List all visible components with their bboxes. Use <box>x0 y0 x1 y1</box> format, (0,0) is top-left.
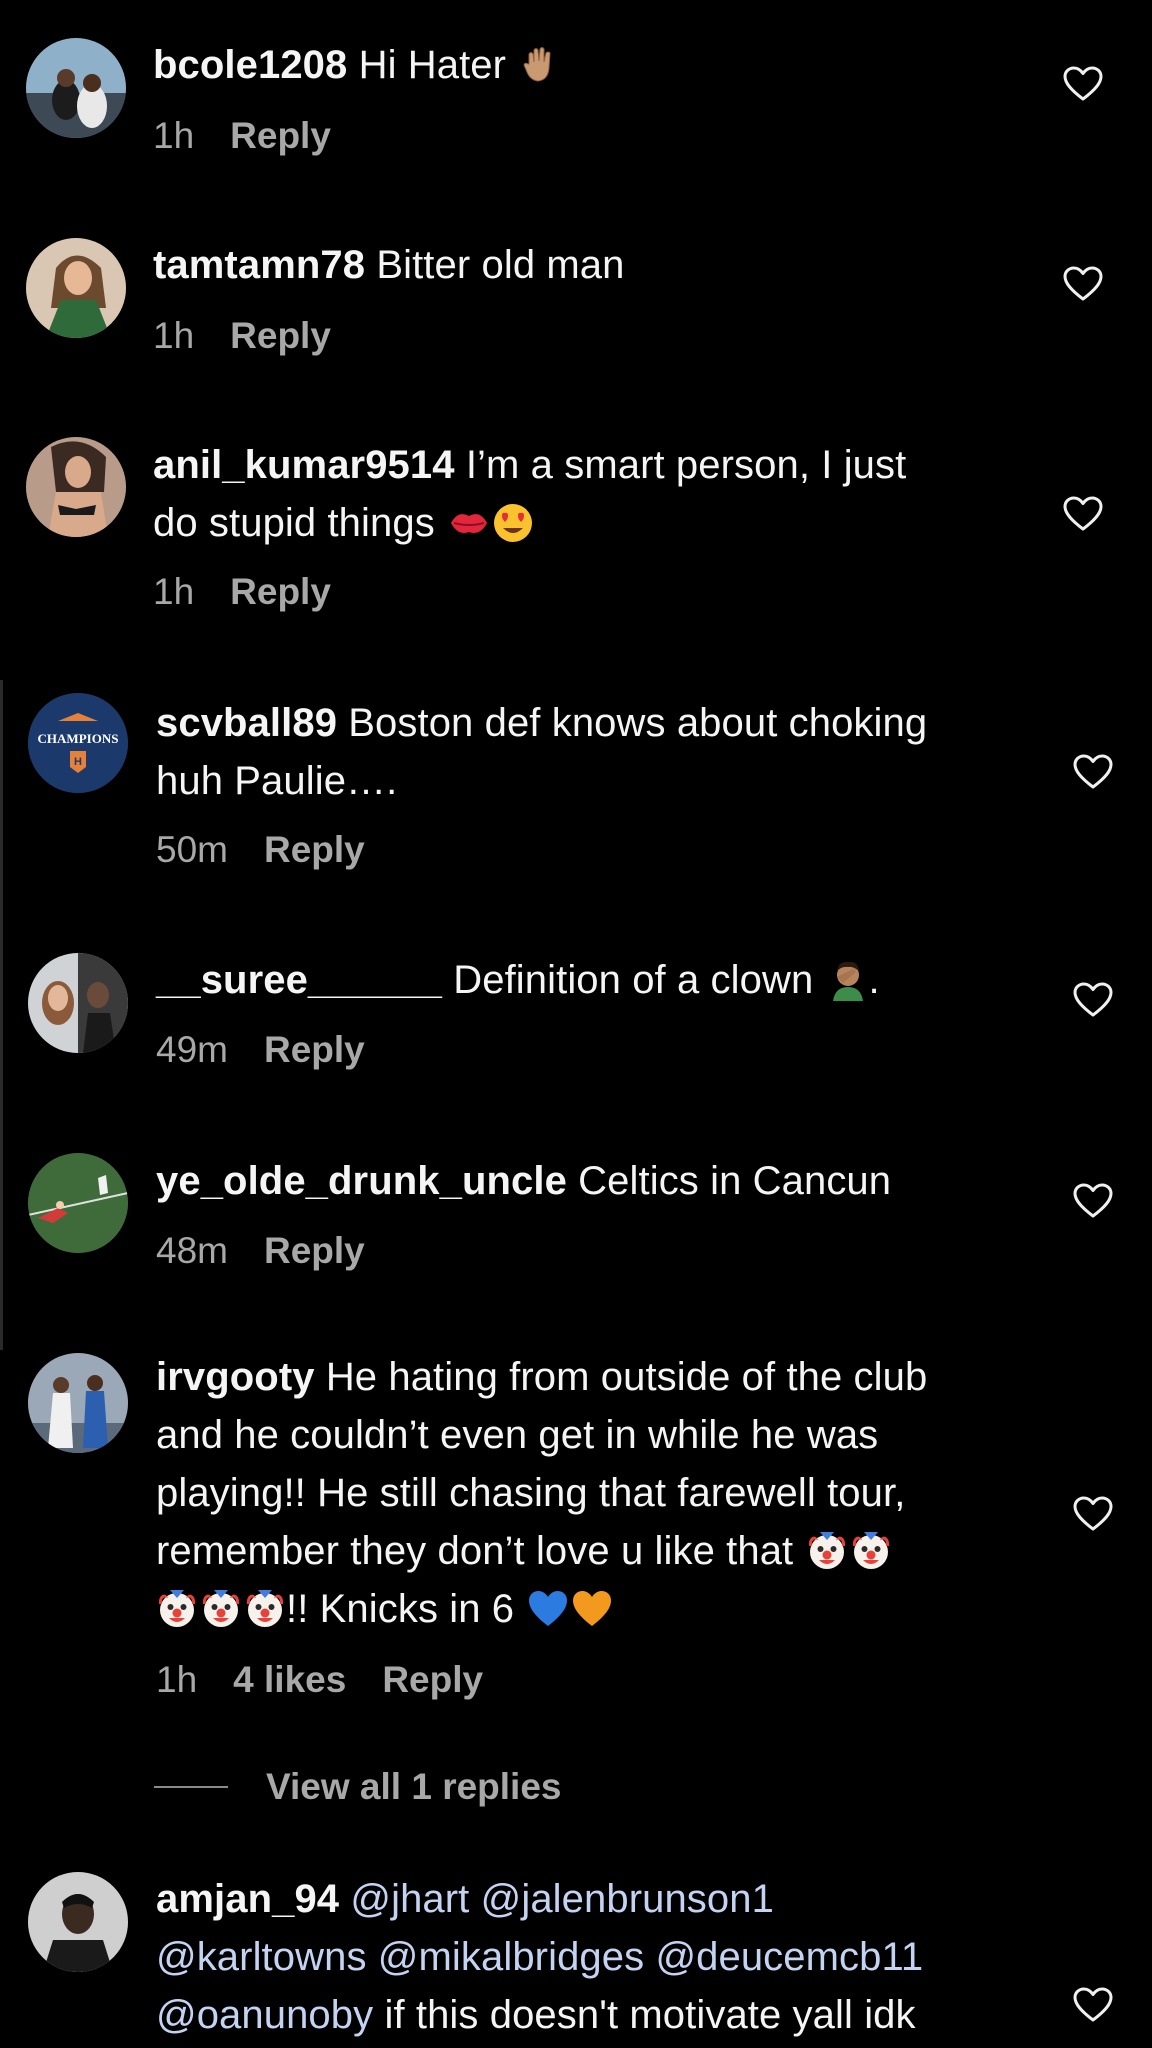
avatar[interactable] <box>26 437 126 537</box>
avatar[interactable] <box>26 38 126 138</box>
comment-username[interactable]: anil_kumar9514 <box>153 443 455 487</box>
view-replies-button[interactable]: View all 1 replies <box>154 1765 562 1809</box>
comment-time: 1h <box>153 115 195 156</box>
comment-username[interactable]: __suree______ <box>156 958 442 1002</box>
comment-text: Celtics in Cancun <box>578 1159 892 1203</box>
reply-button[interactable]: Reply <box>230 571 331 612</box>
comment-text: He hating from outside of the club <box>325 1355 928 1399</box>
avatar[interactable] <box>26 238 126 338</box>
comment-username[interactable]: ye_olde_drunk_uncle <box>156 1159 567 1203</box>
comment-text: I’m a smart person, I just <box>465 443 907 487</box>
facepalm-emoji <box>827 959 869 1001</box>
reply-button[interactable]: Reply <box>264 1230 365 1271</box>
view-replies-label: View all 1 replies <box>266 1766 562 1807</box>
heart-icon[interactable] <box>1063 266 1103 302</box>
comment-text: Definition of a clown <box>453 958 814 1002</box>
mention-link[interactable]: @jhart <box>350 1877 469 1921</box>
reply-button[interactable]: Reply <box>264 829 365 870</box>
comment-text-line2: and he couldn’t even get in while he was <box>156 1413 879 1457</box>
comment-time: 48m <box>156 1230 228 1271</box>
comment-text-line4: remember they don’t love u like that <box>156 1529 794 1573</box>
comment-text-continued: huh Paulie…. <box>156 759 398 803</box>
comment-username[interactable]: scvball89 <box>156 701 337 745</box>
heart-eyes-emoji <box>492 502 534 544</box>
svg-text:H: H <box>74 756 82 768</box>
thread-divider <box>0 680 3 1350</box>
mention-link[interactable]: @mikalbridges <box>378 1935 644 1979</box>
comment-text-line5: !! Knicks in 6 <box>286 1587 515 1631</box>
reply-button[interactable]: Reply <box>382 1659 483 1700</box>
avatar[interactable] <box>28 1872 128 1972</box>
orange-heart-emoji <box>571 1588 613 1630</box>
comment-text: Bitter old man <box>376 243 625 287</box>
clown-face-emoji <box>156 1588 198 1630</box>
clown-face-emoji <box>200 1588 242 1630</box>
comment-text-line3: playing!! He still chasing that farewell… <box>156 1471 906 1515</box>
heart-icon[interactable] <box>1073 1987 1113 2023</box>
heart-icon[interactable] <box>1063 496 1103 532</box>
blue-heart-emoji <box>527 1588 569 1630</box>
comment-username[interactable]: amjan_94 <box>156 1877 339 1921</box>
avatar[interactable]: CHAMPIONS H <box>28 693 128 793</box>
comment-time: 50m <box>156 829 228 870</box>
reply-button[interactable]: Reply <box>230 115 331 156</box>
mention-link[interactable]: @deucemcb11 <box>655 1935 923 1979</box>
reply-button[interactable]: Reply <box>264 1029 365 1070</box>
comment-time: 1h <box>156 1659 198 1700</box>
comment-username[interactable]: tamtamn78 <box>153 243 365 287</box>
replies-divider-line <box>154 1786 228 1788</box>
comment-username[interactable]: bcole1208 <box>153 43 347 87</box>
comment-text-continued: do stupid things <box>153 501 435 545</box>
heart-icon[interactable] <box>1073 1183 1113 1219</box>
clown-face-emoji <box>806 1530 848 1572</box>
mention-link[interactable]: @jalenbrunson1 <box>481 1877 774 1921</box>
avatar[interactable] <box>28 953 128 1053</box>
mention-link[interactable]: @oanunoby <box>156 1993 373 2037</box>
waving-hand-emoji <box>519 44 561 86</box>
heart-icon[interactable] <box>1063 66 1103 102</box>
avatar-logo-text: CHAMPIONS <box>38 731 119 746</box>
avatar[interactable] <box>28 1153 128 1253</box>
kiss-mark-emoji <box>448 502 490 544</box>
heart-icon[interactable] <box>1073 1496 1113 1532</box>
reply-button[interactable]: Reply <box>230 315 331 356</box>
comment-time: 1h <box>153 571 195 612</box>
comment-text-trailing: . <box>868 958 880 1002</box>
avatar[interactable] <box>28 1353 128 1453</box>
comment-text: Hi Hater <box>358 43 507 87</box>
clown-face-emoji <box>244 1588 286 1630</box>
clown-face-emoji <box>850 1530 892 1572</box>
comment-text: Boston def knows about choking <box>348 701 928 745</box>
comment-time: 49m <box>156 1029 228 1070</box>
heart-icon[interactable] <box>1073 982 1113 1018</box>
comment-username[interactable]: irvgooty <box>156 1355 315 1399</box>
mention-link[interactable]: @karltowns <box>156 1935 367 1979</box>
heart-icon[interactable] <box>1073 754 1113 790</box>
comment-time: 1h <box>153 315 195 356</box>
likes-count[interactable]: 4 likes <box>233 1659 346 1700</box>
comment-text: if this doesn't motivate yall idk <box>384 1993 916 2037</box>
